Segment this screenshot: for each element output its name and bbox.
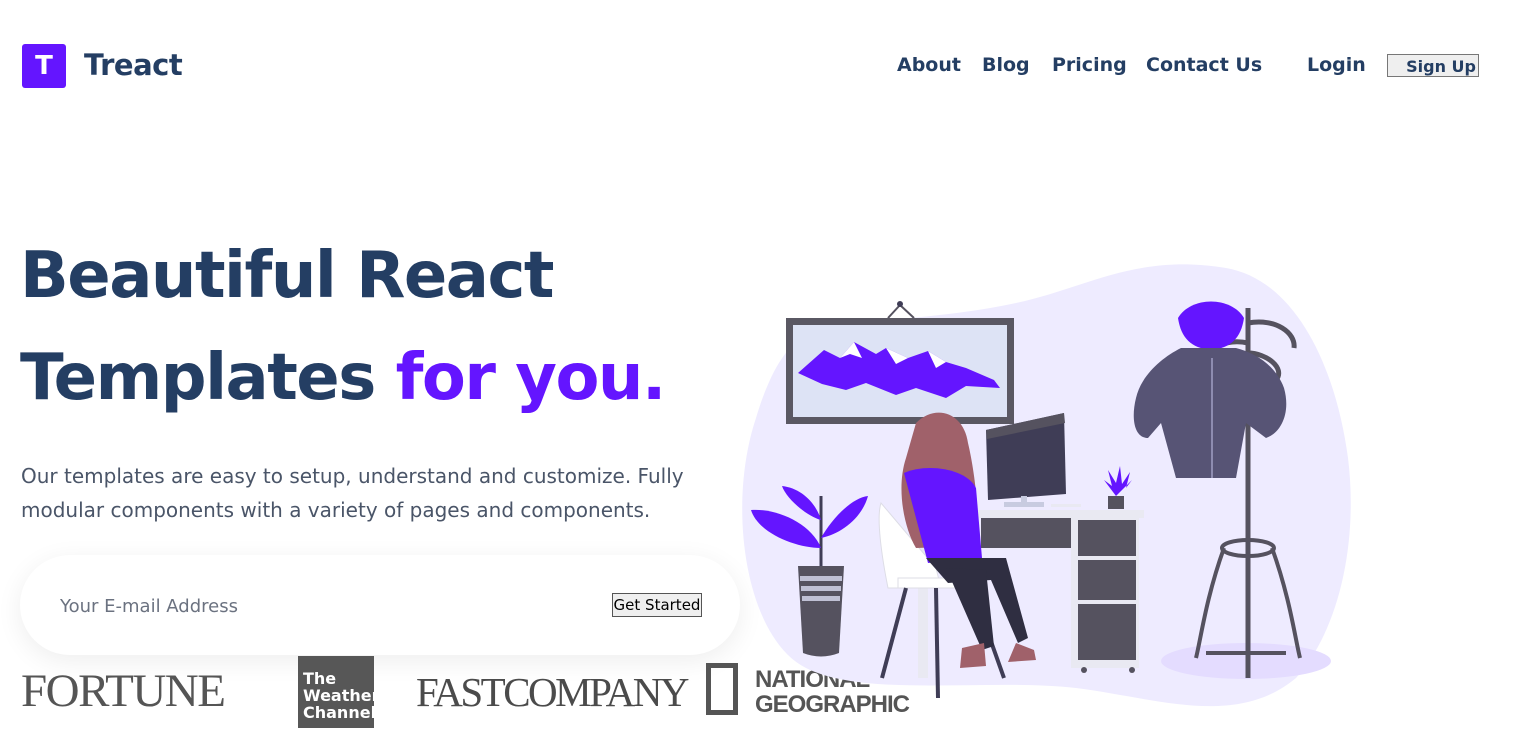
- national-geographic-frame-icon: [706, 663, 738, 715]
- nav-about-link[interactable]: About: [897, 54, 961, 76]
- nav-login-link[interactable]: Login: [1307, 54, 1366, 76]
- mountain-painting: [786, 301, 1014, 424]
- fast-company-logo: FASTCOMPANY: [416, 669, 690, 715]
- nav-contact-link[interactable]: Contact Us: [1146, 54, 1262, 76]
- email-signup-form: Get Started: [20, 555, 740, 655]
- headline-line-1: Beautiful React: [20, 239, 554, 313]
- brand-logo-icon[interactable]: T: [22, 44, 66, 88]
- headline-line-2: Templates for you.: [20, 346, 666, 448]
- weather-channel-line-2: Weather: [303, 686, 380, 705]
- email-input[interactable]: [58, 587, 602, 625]
- hero-illustration: [742, 264, 1351, 707]
- hero-description: Our templates are easy to setup, underst…: [21, 464, 684, 522]
- nav-pricing-link[interactable]: Pricing: [1052, 54, 1127, 76]
- headline-line-2-start: Templates: [20, 341, 396, 415]
- headline-accent: for you.: [395, 341, 667, 415]
- brand-name[interactable]: Treact: [84, 48, 183, 82]
- weather-channel-line-3: Channel: [303, 703, 377, 722]
- weather-channel-line-1: The: [303, 669, 337, 688]
- get-started-button[interactable]: Get Started: [612, 593, 702, 617]
- fortune-logo: FORTUNE: [21, 665, 226, 717]
- signup-button[interactable]: Sign Up: [1387, 54, 1479, 77]
- nav-blog-link[interactable]: Blog: [982, 54, 1030, 76]
- hero-headline: Beautiful React Templates for you.: [20, 239, 666, 448]
- weather-channel-logo: The Weather Channel: [298, 656, 380, 728]
